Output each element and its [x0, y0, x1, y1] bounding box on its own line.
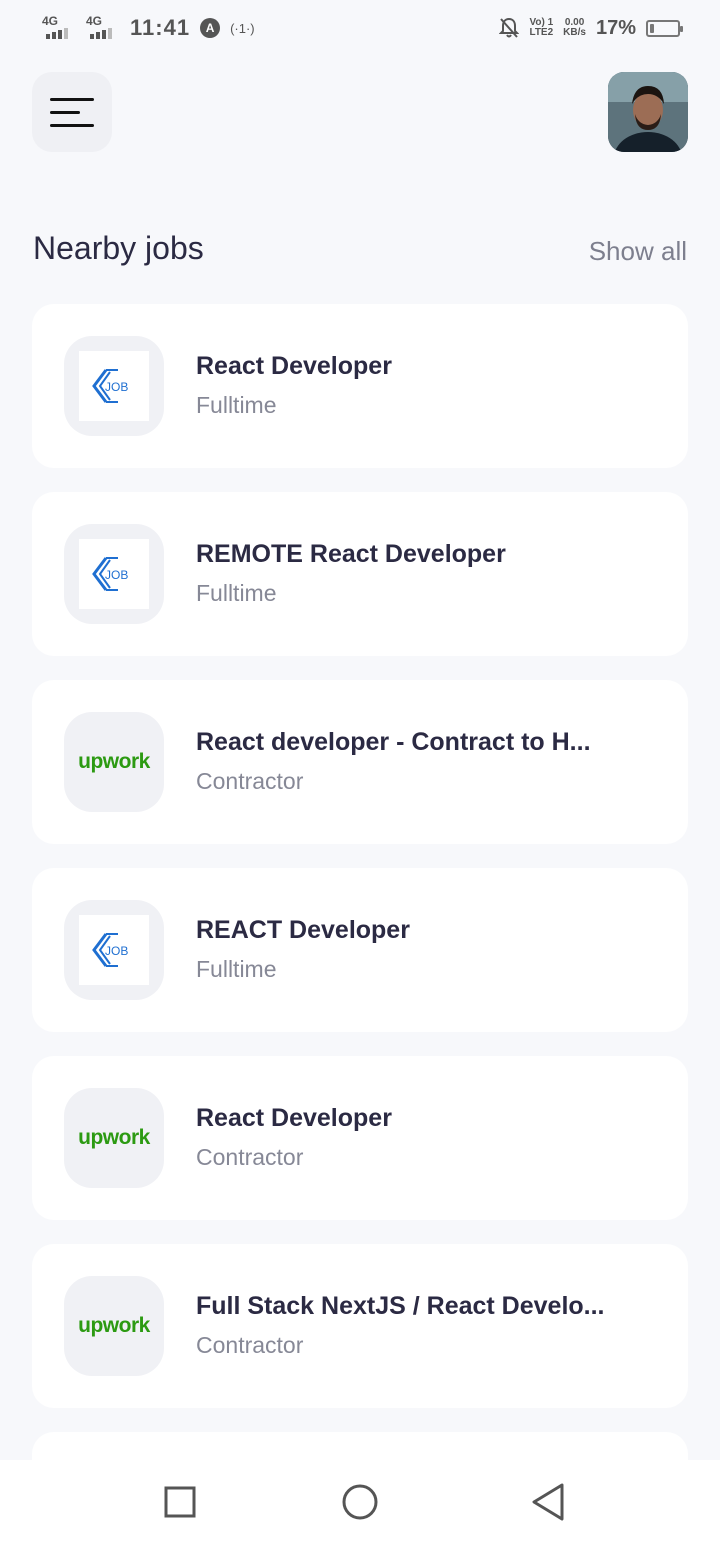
job-title: REMOTE React Developer: [196, 540, 506, 568]
job-card[interactable]: JOB REACT Developer Fulltime: [32, 868, 688, 1032]
user-avatar[interactable]: [608, 72, 688, 152]
company-logo: upwork: [64, 1276, 164, 1376]
hamburger-menu-icon: [50, 97, 94, 101]
job-type: Contractor: [196, 1332, 304, 1358]
job-title: React developer - Contract to H...: [196, 728, 591, 756]
signal-1-icon: 4G: [42, 14, 76, 39]
navigation-bar: [0, 1460, 720, 1544]
screen: 4G 4G 11:41 A (·1·) Vo) 1 LTE2 0.00 KB/s…: [0, 0, 720, 1544]
clock: 11:41: [130, 15, 191, 40]
job-title: React Developer: [196, 352, 392, 380]
job-logo-icon: JOB: [79, 539, 149, 609]
volte-line-2: LTE2: [529, 27, 554, 38]
status-bar: 4G 4G 11:41 A (·1·) Vo) 1 LTE2 0.00 KB/s…: [0, 0, 720, 56]
battery-fill: [650, 23, 654, 33]
job-list: JOB React Developer Fulltime JOB REMOTE: [32, 304, 688, 1544]
home-button[interactable]: [340, 1482, 380, 1522]
job-logo-icon: JOB: [79, 351, 149, 421]
job-type: Contractor: [196, 1144, 304, 1170]
svg-text:JOB: JOB: [105, 944, 128, 958]
network-speed: 0.00 KB/s: [563, 18, 586, 38]
back-button[interactable]: [528, 1482, 568, 1522]
signal-1-label: 4G: [42, 14, 59, 28]
job-type: Fulltime: [196, 392, 277, 418]
job-type: Fulltime: [196, 956, 277, 982]
job-card[interactable]: upwork React developer - Contract to H..…: [32, 680, 688, 844]
status-left: 4G 4G 11:41 A (·1·): [42, 14, 255, 41]
job-card[interactable]: JOB REMOTE React Developer Fulltime: [32, 492, 688, 656]
battery-percent: 17%: [595, 16, 636, 39]
job-card[interactable]: upwork Full Stack NextJS / React Develo.…: [32, 1244, 688, 1408]
job-logo-icon: JOB: [79, 915, 149, 985]
job-card[interactable]: JOB React Developer Fulltime: [32, 304, 688, 468]
company-logo: upwork: [64, 1088, 164, 1188]
section-title: Nearby jobs: [33, 230, 204, 266]
job-title: REACT Developer: [196, 916, 410, 944]
signal-2-icon: 4G: [86, 14, 120, 39]
signal-2-label: 4G: [86, 14, 103, 28]
job-type: Fulltime: [196, 580, 277, 606]
company-logo: JOB: [64, 336, 164, 436]
square-icon: [164, 1486, 196, 1518]
company-logo: upwork: [64, 712, 164, 812]
status-right: Vo) 1 LTE2 0.00 KB/s 17%: [499, 16, 683, 40]
job-type: Contractor: [196, 768, 304, 794]
vpn-icon: A: [200, 18, 221, 38]
volte-indicator: Vo) 1 LTE2: [529, 18, 553, 38]
menu-button[interactable]: [32, 72, 112, 152]
notifications-off-icon: [499, 17, 520, 38]
triangle-back-icon: [532, 1483, 564, 1521]
job-title: Full Stack NextJS / React Develo...: [196, 1292, 605, 1320]
svg-text:JOB: JOB: [105, 568, 128, 582]
speed-unit: KB/s: [563, 27, 586, 38]
recent-apps-button[interactable]: [160, 1482, 200, 1522]
upwork-logo: upwork: [78, 750, 150, 773]
company-logo: JOB: [64, 900, 164, 1000]
svg-text:JOB: JOB: [105, 380, 128, 394]
job-title: React Developer: [196, 1104, 392, 1132]
avatar-photo: [608, 72, 688, 152]
show-all-link[interactable]: Show all: [589, 236, 687, 267]
company-logo: JOB: [64, 524, 164, 624]
hotspot-icon: (·1·): [230, 20, 255, 36]
circle-icon: [342, 1484, 378, 1520]
job-card[interactable]: upwork React Developer Contractor: [32, 1056, 688, 1220]
upwork-logo: upwork: [78, 1314, 150, 1337]
battery-icon: [646, 19, 683, 37]
upwork-logo: upwork: [78, 1126, 150, 1149]
